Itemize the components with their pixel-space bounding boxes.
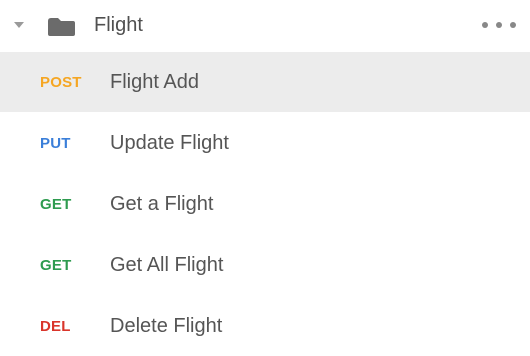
collection-folder-row[interactable]: Flight bbox=[0, 0, 530, 52]
method-badge: GET bbox=[40, 195, 72, 213]
method-badge: PUT bbox=[40, 134, 71, 152]
request-item[interactable]: PUT Update Flight bbox=[0, 113, 530, 173]
request-item[interactable]: DEL Delete Flight bbox=[0, 296, 530, 356]
more-dot bbox=[510, 22, 516, 28]
folder-icon bbox=[46, 15, 76, 37]
method-badge: DEL bbox=[40, 317, 71, 335]
method-badge: GET bbox=[40, 256, 72, 274]
folder-name: Flight bbox=[94, 14, 143, 36]
caret-down-icon[interactable] bbox=[12, 18, 26, 32]
request-item[interactable]: GET Get a Flight bbox=[0, 174, 530, 234]
request-item[interactable]: POST Flight Add bbox=[0, 52, 530, 112]
request-name: Delete Flight bbox=[110, 314, 223, 337]
request-name: Flight Add bbox=[110, 70, 199, 93]
more-dot bbox=[482, 22, 488, 28]
more-horizontal-icon[interactable] bbox=[482, 18, 516, 32]
request-name: Get All Flight bbox=[110, 253, 224, 276]
method-badge: POST bbox=[40, 73, 82, 91]
request-item[interactable]: GET Get All Flight bbox=[0, 235, 530, 295]
request-name: Get a Flight bbox=[110, 192, 214, 215]
request-name: Update Flight bbox=[110, 131, 229, 154]
more-dot bbox=[496, 22, 502, 28]
